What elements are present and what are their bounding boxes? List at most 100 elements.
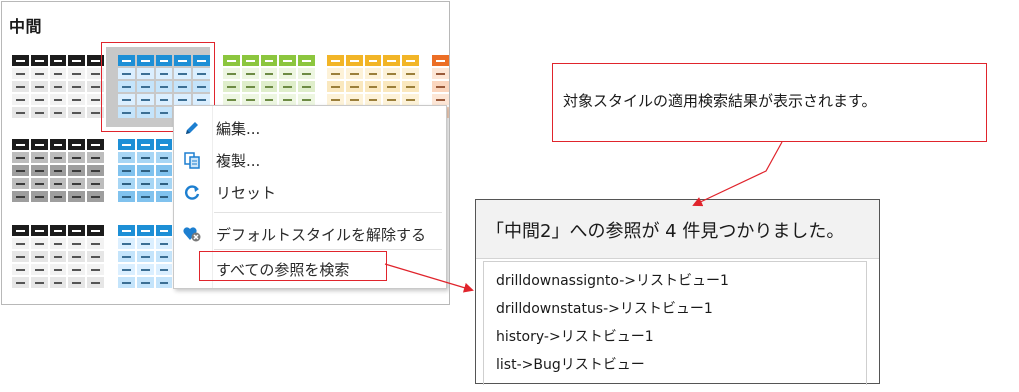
swatch-cell <box>260 55 278 66</box>
swatch-cell <box>155 139 173 150</box>
swatch-cell <box>345 55 363 66</box>
swatch-cell <box>118 152 135 163</box>
swatch-cell <box>155 251 173 262</box>
style-gallery-panel: 中間 編集... 複製... リセット デフォルトスタイルを解除する すべての参… <box>1 1 450 305</box>
reference-item[interactable]: drilldownstatus->リストビュー1 <box>496 298 713 318</box>
swatch-cell <box>49 139 67 150</box>
swatch-cell <box>241 81 259 92</box>
swatch-cell <box>136 178 154 189</box>
swatch-row <box>12 139 104 150</box>
swatch-cell <box>49 251 67 262</box>
swatch-cell <box>68 191 86 202</box>
swatch-cell <box>155 165 173 176</box>
swatch-cell <box>155 191 173 202</box>
swatch-cell <box>383 94 401 105</box>
swatch-row <box>12 68 104 79</box>
reference-item[interactable]: history->リストビュー1 <box>496 326 654 346</box>
swatch-cell <box>241 55 259 66</box>
menu-item-label: 編集... <box>216 119 261 138</box>
gallery-section-title: 中間 <box>9 17 43 36</box>
swatch-row <box>12 107 104 118</box>
swatch-cell <box>68 178 86 189</box>
swatch-cell <box>298 55 315 66</box>
menu-item-label: リセット <box>216 183 277 202</box>
swatch-cell <box>383 68 401 79</box>
swatch-cell <box>12 139 29 150</box>
swatch-cell <box>136 238 154 249</box>
swatch-cell <box>136 225 154 236</box>
swatch-cell <box>118 251 135 262</box>
swatch-cell <box>68 81 86 92</box>
swatch-cell <box>364 55 382 66</box>
style-swatch-black[interactable] <box>12 55 104 118</box>
swatch-cell <box>118 238 135 249</box>
swatch-cell <box>364 81 382 92</box>
swatch-cell <box>49 178 67 189</box>
swatch-cell <box>12 55 29 66</box>
swatch-cell <box>68 238 86 249</box>
swatch-cell <box>30 251 48 262</box>
swatch-cell <box>49 152 67 163</box>
swatch-row <box>432 94 449 105</box>
swatch-cell <box>87 251 104 262</box>
swatch-cell <box>68 277 86 288</box>
swatch-row <box>327 94 419 105</box>
swatch-cell <box>12 68 29 79</box>
swatch-row <box>327 55 419 66</box>
swatch-cell <box>12 225 29 236</box>
swatch-cell <box>327 68 344 79</box>
swatch-cell <box>118 191 135 202</box>
swatch-cell <box>30 68 48 79</box>
menu-item-edit[interactable]: 編集... <box>174 113 444 143</box>
swatch-cell <box>68 139 86 150</box>
swatch-cell <box>136 251 154 262</box>
swatch-cell <box>136 191 154 202</box>
menu-item-duplicate[interactable]: 複製... <box>174 145 444 175</box>
swatch-cell <box>49 107 67 118</box>
callout-text: 対象スタイルの適用検索結果が表示されます。 <box>563 92 877 110</box>
swatch-cell <box>49 55 67 66</box>
swatch-cell <box>49 68 67 79</box>
swatch-cell <box>49 81 67 92</box>
swatch-row <box>12 152 104 163</box>
style-swatch-gray-black[interactable] <box>12 139 104 202</box>
menu-item-label: 複製... <box>216 151 261 170</box>
swatch-cell <box>260 94 278 105</box>
menu-separator <box>214 249 442 250</box>
swatch-cell <box>279 81 297 92</box>
swatch-cell <box>223 94 240 105</box>
swatch-cell <box>241 68 259 79</box>
swatch-cell <box>155 225 173 236</box>
swatch-cell <box>68 152 86 163</box>
swatch-row <box>223 81 315 92</box>
swatch-cell <box>223 55 240 66</box>
swatch-cell <box>30 225 48 236</box>
swatch-cell <box>12 191 29 202</box>
swatch-row <box>12 81 104 92</box>
result-title: 「中間2」への参照が 4 件見つかりました。 <box>486 221 845 242</box>
swatch-row <box>12 94 104 105</box>
reference-item[interactable]: list->Bugリストビュー <box>496 354 645 374</box>
swatch-cell <box>298 68 315 79</box>
swatch-cell <box>68 251 86 262</box>
pencil-icon <box>174 119 210 137</box>
swatch-cell <box>223 68 240 79</box>
swatch-cell <box>298 94 315 105</box>
style-swatch-black[interactable] <box>12 225 104 288</box>
menu-item-label: デフォルトスタイルを解除する <box>216 225 427 244</box>
swatch-cell <box>49 277 67 288</box>
swatch-cell <box>155 178 173 189</box>
swatch-cell <box>87 264 104 275</box>
swatch-cell <box>136 152 154 163</box>
menu-item-remove-default[interactable]: デフォルトスタイルを解除する <box>174 219 444 249</box>
reference-item[interactable]: drilldownassignto->リストビュー1 <box>496 270 729 290</box>
swatch-cell <box>30 81 48 92</box>
swatch-row <box>223 94 315 105</box>
swatch-cell <box>12 107 29 118</box>
swatch-cell <box>402 81 419 92</box>
swatch-cell <box>12 178 29 189</box>
swatch-cell <box>432 81 449 92</box>
swatch-cell <box>136 139 154 150</box>
menu-item-reset[interactable]: リセット <box>174 177 444 207</box>
swatch-row <box>432 68 449 79</box>
